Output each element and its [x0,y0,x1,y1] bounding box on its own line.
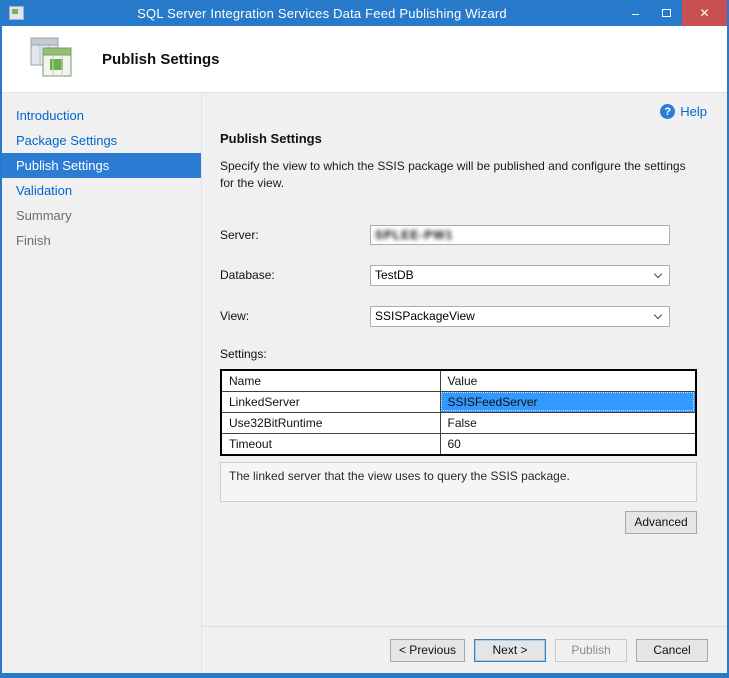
wizard-window: SQL Server Integration Services Data Fee… [0,0,729,678]
title-bar: SQL Server Integration Services Data Fee… [2,0,727,26]
database-field-row: Database: TestDB [220,265,707,286]
view-selected-value: SSISPackageView [375,309,475,323]
property-name-timeout[interactable]: Timeout [222,433,440,454]
close-button[interactable]: ✕ [682,0,727,26]
advanced-button[interactable]: Advanced [625,511,697,534]
server-input[interactable]: SPLEE-PW1 [370,225,670,245]
page-title: Publish Settings [102,51,220,68]
database-selected-value: TestDB [375,268,414,282]
property-value-timeout[interactable]: 60 [440,433,695,454]
database-label: Database: [220,268,370,282]
section-description: Specify the view to which the SSIS packa… [220,158,700,193]
sidebar-item-introduction[interactable]: Introduction [2,103,201,128]
main-panel: ? Help Publish Settings Specify the view… [202,93,727,626]
settings-grid: Name Value LinkedServer SSISFeedServer U… [220,369,697,456]
sidebar-item-validation[interactable]: Validation [2,178,201,203]
advanced-row: Advanced [220,511,697,534]
view-label: View: [220,309,370,323]
property-name-linkedserver[interactable]: LinkedServer [222,391,440,412]
table-row[interactable]: Use32BitRuntime False [222,412,695,433]
table-row[interactable]: Timeout 60 [222,433,695,454]
wizard-header: Publish Settings [2,26,727,93]
property-name-use32bitruntime[interactable]: Use32BitRuntime [222,412,440,433]
sidebar-item-finish: Finish [2,228,201,253]
maximize-icon [662,9,671,17]
wizard-steps-sidebar: Introduction Package Settings Publish Se… [2,93,202,673]
window-controls: – ✕ [620,0,727,26]
property-description: The linked server that the view uses to … [220,462,697,502]
wizard-footer: < Previous Next > Publish Cancel [202,626,727,673]
sidebar-item-package-settings[interactable]: Package Settings [2,128,201,153]
database-select[interactable]: TestDB [370,265,670,286]
server-field-row: Server: SPLEE-PW1 [220,225,707,245]
help-link[interactable]: Help [680,104,707,119]
view-field-row: View: SSISPackageView [220,306,707,327]
publish-button: Publish [555,639,627,662]
help-icon: ? [660,104,675,119]
grid-header-row: Name Value [222,371,695,392]
wizard-body: Introduction Package Settings Publish Se… [2,93,727,673]
maximize-button[interactable] [651,0,682,26]
chevron-down-icon [654,311,662,319]
window-title: SQL Server Integration Services Data Fee… [24,6,620,21]
minimize-button[interactable]: – [620,0,651,26]
server-value: SPLEE-PW1 [375,228,453,242]
column-header-name: Name [222,371,440,392]
settings-label: Settings: [220,347,707,361]
section-heading: Publish Settings [220,131,707,146]
sidebar-item-summary: Summary [2,203,201,228]
publish-settings-icon [28,36,74,83]
content-column: ? Help Publish Settings Specify the view… [202,93,727,673]
next-button[interactable]: Next > [474,639,546,662]
property-value-use32bitruntime[interactable]: False [440,412,695,433]
view-combobox[interactable]: SSISPackageView [370,306,670,327]
column-header-value: Value [440,371,695,392]
previous-button[interactable]: < Previous [390,639,465,662]
sidebar-item-publish-settings[interactable]: Publish Settings [2,153,201,178]
help-row: ? Help [220,104,707,119]
cancel-button[interactable]: Cancel [636,639,708,662]
server-label: Server: [220,228,370,242]
property-value-linkedserver[interactable]: SSISFeedServer [440,391,695,412]
chevron-down-icon [654,270,662,278]
form-fields: Server: SPLEE-PW1 Database: TestDB Vi [220,225,707,327]
table-row[interactable]: LinkedServer SSISFeedServer [222,391,695,412]
window-icon [9,6,24,20]
